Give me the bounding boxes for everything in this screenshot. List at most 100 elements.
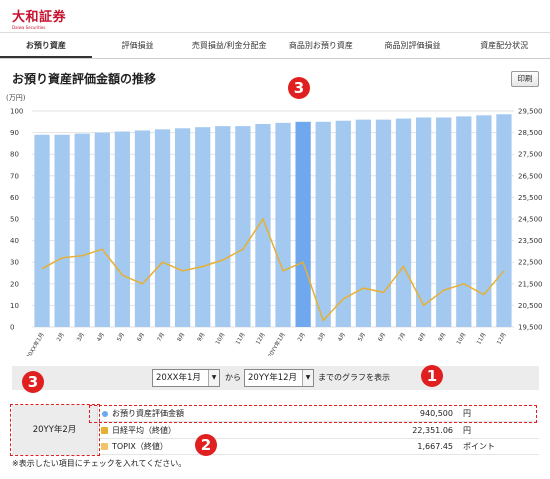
right-tick-label: 27,500 — [518, 151, 543, 159]
x-tick-label: 20YY年1月 — [266, 331, 287, 356]
x-tick-label: 10月 — [214, 332, 226, 346]
right-tick-label: 20,500 — [518, 302, 543, 310]
tab-valuation-by-product[interactable]: 商品別評価損益 — [367, 33, 459, 58]
left-tick-label: 50 — [10, 216, 19, 224]
left-tick-label: 60 — [10, 194, 19, 202]
highlight-date-cell — [10, 404, 100, 456]
summary-row-value: 1,667.45 — [417, 442, 453, 451]
highlight-assets-row — [89, 405, 537, 423]
asset-bar — [355, 119, 372, 327]
right-tick-label: 29,500 — [518, 108, 543, 116]
x-tick-label: 4月 — [336, 332, 347, 343]
right-tick-label: 19,500 — [518, 324, 543, 332]
asset-bar — [94, 132, 110, 327]
brand-logo: 大和証券 Daiwa Securities — [12, 6, 66, 30]
left-tick-label: 30 — [10, 259, 19, 267]
nikkei-checkbox[interactable] — [101, 427, 108, 434]
summary-row-topix: TOPIX（終値） 1,667.45 ポイント — [98, 439, 539, 455]
left-tick-label: 90 — [10, 129, 19, 137]
asset-bar — [295, 121, 311, 327]
left-tick-label: 0 — [10, 324, 14, 332]
callout-1: 1 — [421, 365, 443, 387]
summary-row-nikkei: 日経平均（終値） 22,351.06 円 — [98, 423, 539, 439]
asset-bar — [235, 126, 251, 327]
asset-bar — [395, 118, 412, 327]
asset-bar — [34, 134, 50, 327]
x-tick-label: 3月 — [316, 332, 327, 343]
x-tick-label: 12月 — [495, 332, 507, 346]
x-tick-label: 11月 — [475, 332, 487, 346]
asset-bar — [54, 134, 70, 327]
x-tick-label: 20XX年1月 — [24, 331, 45, 356]
asset-bar — [174, 128, 191, 327]
tab-assets[interactable]: お預り資産 — [0, 33, 92, 58]
period-suffix: までのグラフを表示 — [318, 373, 390, 382]
summary-row-unit: 円 — [463, 426, 471, 435]
page-title: お預り資産評価金額の推移 — [12, 72, 157, 86]
asset-bar — [315, 121, 331, 327]
tab-allocation[interactable]: 資産配分状況 — [458, 33, 550, 58]
x-tick-label: 9月 — [437, 332, 448, 343]
brand-subtitle: Daiwa Securities — [12, 25, 46, 30]
asset-bar — [215, 126, 231, 327]
asset-chart: (万円) 0 19,500 10 20,500 20 21,500 30 22,500 40 23,… — [6, 94, 543, 356]
x-tick-label: 6月 — [136, 332, 147, 343]
summary-row-value: 22,351.06 — [412, 426, 453, 435]
asset-bar — [456, 116, 472, 328]
instruction-note: ※表示したい項目にチェックを入れてください。 — [12, 459, 187, 468]
x-tick-label: 2月 — [55, 332, 66, 343]
asset-bar — [74, 133, 90, 327]
left-tick-label: 100 — [10, 108, 23, 116]
brand-name: 大和証券 — [12, 10, 67, 25]
right-tick-label: 26,500 — [518, 172, 543, 180]
period-selector-bar: 20XX年1月 ▼ から 20YY年12月 ▼ までのグラフを表示 — [12, 366, 539, 390]
x-tick-label: 9月 — [196, 332, 207, 343]
tab-valuation-pl[interactable]: 評価損益 — [92, 33, 184, 58]
x-tick-label: 5月 — [357, 332, 368, 343]
asset-bar — [195, 127, 211, 327]
x-tick-label: 6月 — [377, 332, 388, 343]
topix-checkbox[interactable] — [101, 443, 108, 450]
period-from-select[interactable]: 20XX年1月 ▼ — [152, 369, 220, 387]
x-tick-label: 5月 — [116, 332, 127, 343]
period-from-separator: から — [225, 373, 241, 382]
x-tick-label: 12月 — [254, 332, 266, 346]
callout-3-date: 3 — [22, 371, 44, 393]
x-tick-label: 11月 — [234, 332, 246, 346]
chevron-down-icon: ▼ — [302, 370, 313, 386]
right-tick-label: 28,500 — [518, 129, 543, 137]
asset-bar — [275, 122, 291, 327]
x-tick-label: 8月 — [176, 332, 187, 343]
callout-3-chart: 3 — [288, 77, 310, 99]
summary-row-label: TOPIX（終値） — [112, 442, 168, 451]
period-to-value: 20YY年12月 — [248, 373, 298, 383]
period-to-select[interactable]: 20YY年12月 ▼ — [244, 369, 314, 387]
left-tick-label: 20 — [10, 280, 19, 288]
asset-bar — [154, 129, 171, 327]
x-tick-label: 7月 — [156, 332, 167, 343]
summary-row-label: 日経平均（終値） — [112, 426, 176, 435]
asset-bar — [496, 114, 512, 328]
x-tick-label: 7月 — [397, 332, 408, 343]
asset-bar — [436, 117, 452, 327]
left-tick-label: 80 — [10, 151, 19, 159]
period-from-value: 20XX年1月 — [156, 373, 201, 383]
left-tick-label: 70 — [10, 172, 19, 180]
right-tick-label: 23,500 — [518, 237, 543, 245]
asset-bar — [375, 119, 392, 327]
right-tick-label: 24,500 — [518, 216, 543, 224]
summary-row-unit: ポイント — [463, 442, 495, 451]
x-tick-label: 4月 — [95, 332, 106, 343]
asset-bar — [114, 131, 131, 327]
asset-bar — [255, 123, 271, 328]
tab-trading-pl[interactable]: 売買損益/利金分配金 — [183, 33, 275, 58]
print-button[interactable]: 印刷 — [511, 71, 539, 87]
callout-2: 2 — [195, 434, 217, 456]
x-tick-label: 2月 — [296, 332, 307, 343]
right-tick-label: 22,500 — [518, 259, 543, 267]
nav-tabs: お預り資産 評価損益 売買損益/利金分配金 商品別お預り資産 商品別評価損益 資… — [0, 33, 550, 59]
tab-assets-by-product[interactable]: 商品別お預り資産 — [275, 33, 367, 58]
x-tick-label: 3月 — [75, 332, 86, 343]
left-tick-label: 10 — [10, 302, 19, 310]
right-tick-label: 21,500 — [518, 280, 543, 288]
